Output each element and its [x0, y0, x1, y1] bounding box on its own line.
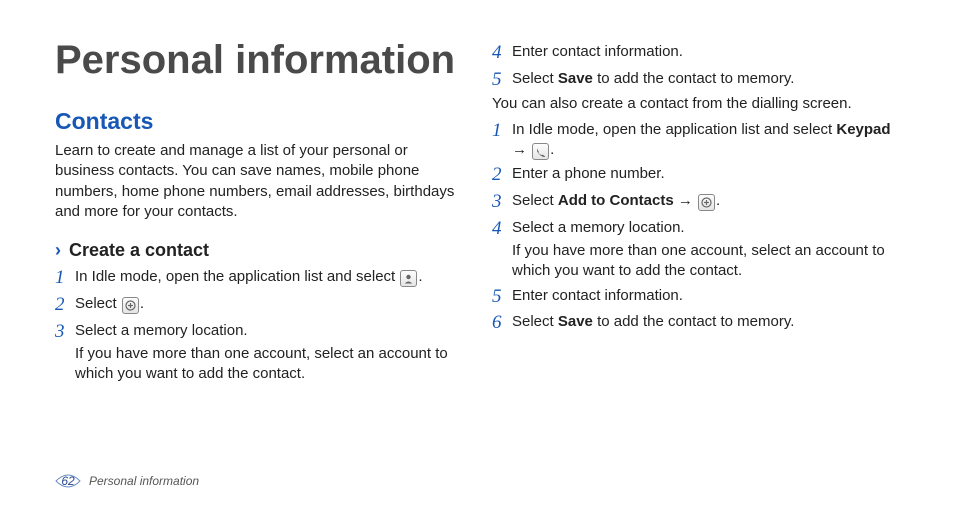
- step-body: Enter contact information.: [512, 42, 899, 62]
- right-steps-continued: 4Enter contact information.5Select Save …: [492, 42, 899, 92]
- step-note: If you have more than one account, selec…: [75, 344, 462, 385]
- step-number: 4: [492, 218, 512, 241]
- bold-text: Save: [558, 70, 593, 87]
- left-steps: 1In Idle mode, open the application list…: [55, 267, 462, 384]
- right-steps-second: 1In Idle mode, open the application list…: [492, 120, 899, 335]
- step-body: Select Save to add the contact to memory…: [512, 69, 899, 89]
- section-intro: Learn to create and manage a list of you…: [55, 141, 462, 222]
- step: 1In Idle mode, open the application list…: [55, 267, 462, 290]
- step-body: Select Save to add the contact to memory…: [512, 312, 899, 332]
- step: 2Select .: [55, 294, 462, 317]
- step: 2Enter a phone number.: [492, 164, 899, 187]
- step: 1In Idle mode, open the application list…: [492, 120, 899, 161]
- step-body: Select a memory location.If you have mor…: [512, 218, 899, 282]
- contacts-icon: [400, 270, 417, 287]
- page-number: 62: [61, 474, 74, 488]
- create-icon: [698, 194, 715, 211]
- page-number-badge: 62: [55, 472, 81, 490]
- step-body: Enter contact information.: [512, 286, 899, 306]
- step-number: 5: [492, 69, 512, 92]
- step-body: In Idle mode, open the application list …: [512, 120, 899, 161]
- step-note: If you have more than one account, selec…: [512, 241, 899, 282]
- step-number: 4: [492, 42, 512, 65]
- step-body: In Idle mode, open the application list …: [75, 267, 462, 287]
- footer-label: Personal information: [89, 474, 199, 488]
- step: 6Select Save to add the contact to memor…: [492, 312, 899, 335]
- step-body: Select a memory location.If you have mor…: [75, 321, 462, 385]
- page-title: Personal information: [55, 38, 462, 82]
- step-number: 1: [55, 267, 75, 290]
- step-body: Enter a phone number.: [512, 164, 899, 184]
- step-number: 3: [55, 321, 75, 344]
- bold-text: Save: [558, 313, 593, 330]
- step-body: Select .: [75, 294, 462, 314]
- section-heading: Contacts: [55, 108, 462, 135]
- step: 3Select Add to Contacts → .: [492, 191, 899, 214]
- chevron-right-icon: ›: [55, 240, 61, 261]
- bold-text: Keypad: [836, 121, 890, 138]
- step-number: 1: [492, 120, 512, 143]
- step: 5Enter contact information.: [492, 286, 899, 309]
- step-number: 6: [492, 312, 512, 335]
- create-icon: [122, 297, 139, 314]
- step-number: 5: [492, 286, 512, 309]
- columns: Personal information Contacts Learn to c…: [0, 38, 954, 386]
- step: 4Select a memory location.If you have mo…: [492, 218, 899, 282]
- step-number: 3: [492, 191, 512, 214]
- subheading: › Create a contact: [55, 240, 462, 261]
- right-column: 4Enter contact information.5Select Save …: [492, 38, 899, 386]
- phone-icon: [532, 143, 549, 160]
- right-paragraph: You can also create a contact from the d…: [492, 94, 899, 114]
- step: 3Select a memory location.If you have mo…: [55, 321, 462, 385]
- step: 5Select Save to add the contact to memor…: [492, 69, 899, 92]
- bold-text: Add to Contacts: [558, 192, 674, 209]
- step: 4Enter contact information.: [492, 42, 899, 65]
- page: Personal information Contacts Learn to c…: [0, 0, 954, 518]
- step-number: 2: [55, 294, 75, 317]
- page-footer: 62 Personal information: [55, 472, 199, 490]
- step-number: 2: [492, 164, 512, 187]
- step-body: Select Add to Contacts → .: [512, 191, 899, 211]
- left-column: Personal information Contacts Learn to c…: [55, 38, 462, 386]
- subheading-text: Create a contact: [69, 240, 209, 261]
